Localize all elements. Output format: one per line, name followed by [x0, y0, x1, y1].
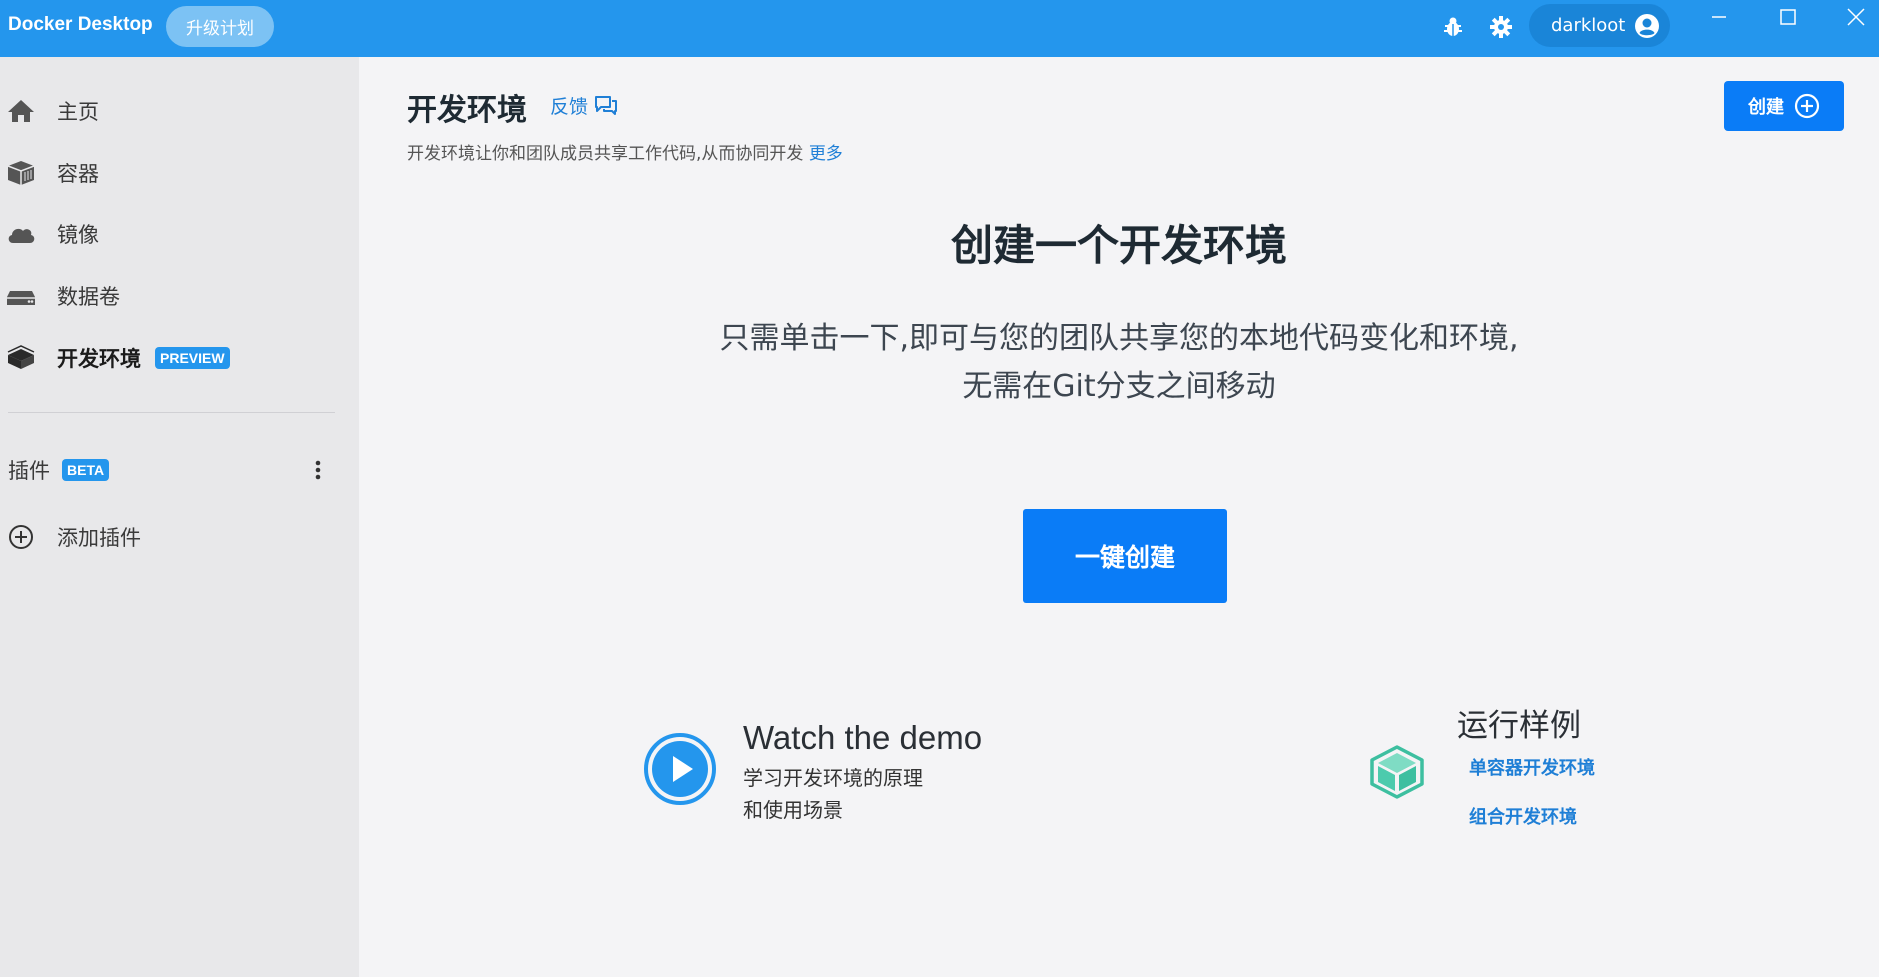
hero-title: 创建一个开发环境	[950, 221, 1287, 270]
sidebar-item-label: 数据卷	[57, 285, 120, 309]
subtitle-text: 开发环境让你和团队成员共享工作代码,从而协同开发	[407, 144, 804, 164]
cube-icon	[1370, 745, 1424, 799]
hero-line-2: 无需在Git分支之间移动	[962, 369, 1276, 404]
add-extensions-label: 添加插件	[57, 526, 141, 550]
demo-description-line-2: 和使用场景	[743, 798, 843, 822]
add-extensions-button[interactable]: 添加插件	[0, 512, 359, 562]
page-subtitle: 开发环境让你和团队成员共享工作代码,从而协同开发 更多	[407, 139, 843, 164]
run-samples-title: 运行样例	[1457, 708, 1581, 744]
add-circle-icon	[1794, 93, 1820, 119]
user-avatar-icon	[1635, 14, 1659, 38]
hero-line-1: 只需单击一下,即可与您的团队共享您的本地代码变化和环境,	[719, 321, 1519, 356]
user-account-button[interactable]: darkloot	[1529, 4, 1670, 47]
page-title: 开发环境	[407, 93, 527, 128]
close-icon[interactable]	[1828, 0, 1879, 34]
sidebar: 主页 容器 镜像 数据卷 开发环境 PREVIEW 插件 BETA 添加插件	[0, 57, 359, 977]
play-icon[interactable]	[643, 732, 717, 806]
more-link[interactable]: 更多	[809, 144, 843, 164]
cloud-icon	[8, 228, 35, 243]
bug-icon[interactable]	[1438, 12, 1468, 42]
main-content: 开发环境 反馈 开发环境让你和团队成员共享工作代码,从而协同开发 更多 创建 创…	[359, 57, 1879, 977]
sidebar-item-home[interactable]: 主页	[0, 86, 359, 136]
sidebar-item-label: 主页	[57, 100, 99, 124]
sidebar-item-label: 容器	[57, 162, 99, 186]
demo-description-line-1: 学习开发环境的原理	[743, 766, 923, 790]
create-button[interactable]: 创建	[1724, 81, 1844, 131]
home-icon	[8, 100, 34, 122]
beta-badge: BETA	[62, 459, 110, 481]
volume-icon	[7, 291, 35, 305]
title-bar: Docker Desktop 升级计划 darkloot	[0, 0, 1879, 57]
upgrade-plan-button[interactable]: 升级计划	[166, 6, 274, 47]
dev-env-icon	[7, 345, 35, 369]
maximize-icon[interactable]	[1760, 0, 1816, 34]
create-label: 创建	[1748, 97, 1784, 118]
add-circle-icon	[9, 525, 33, 549]
sidebar-item-label: 镜像	[57, 223, 99, 247]
minimize-icon[interactable]	[1691, 0, 1747, 34]
app-title: Docker Desktop	[8, 14, 153, 35]
more-options-icon[interactable]	[306, 457, 330, 483]
preview-badge: PREVIEW	[155, 347, 230, 369]
feedback-label: 反馈	[550, 96, 589, 118]
feedback-link[interactable]: 反馈	[550, 92, 618, 119]
compose-sample-link[interactable]: 组合开发环境	[1469, 803, 1577, 829]
sidebar-item-containers[interactable]: 容器	[0, 148, 359, 198]
sidebar-item-dev-environments[interactable]: 开发环境 PREVIEW	[0, 333, 359, 383]
sidebar-item-images[interactable]: 镜像	[0, 209, 359, 259]
extensions-header: 插件 BETA	[0, 445, 359, 495]
sidebar-item-volumes[interactable]: 数据卷	[0, 271, 359, 321]
sidebar-item-label: 开发环境	[57, 347, 141, 371]
hero-description: 只需单击一下,即可与您的团队共享您的本地代码变化和环境, 无需在Git分支之间移…	[359, 315, 1879, 411]
watch-demo-link[interactable]: Watch the demo	[743, 719, 982, 757]
container-icon	[7, 161, 35, 185]
one-click-create-button[interactable]: 一键创建	[1023, 509, 1227, 603]
feedback-icon	[595, 95, 618, 115]
username: darkloot	[1551, 15, 1626, 36]
single-container-sample-link[interactable]: 单容器开发环境	[1469, 754, 1595, 780]
gear-icon[interactable]	[1486, 12, 1516, 42]
extensions-label: 插件	[8, 459, 50, 483]
sidebar-divider	[8, 412, 335, 413]
